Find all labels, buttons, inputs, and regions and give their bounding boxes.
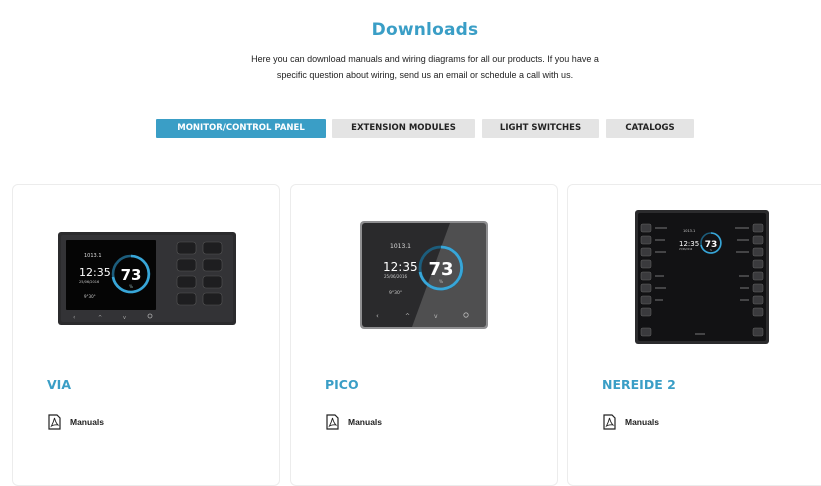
intro-text: Here you can download manuals and wiring… — [235, 51, 615, 83]
tab-light-switches[interactable]: LIGHT SWITCHES — [482, 119, 599, 138]
via-screen-time: 12:35 — [79, 266, 111, 279]
tab-extension-modules[interactable]: EXTENSION MODULES — [332, 119, 475, 138]
product-name-via[interactable]: VIA — [47, 377, 71, 392]
pdf-icon — [603, 414, 616, 430]
product-name-pico[interactable]: PICO — [325, 377, 359, 392]
tab-monitor-control-panel[interactable]: MONITOR/CONTROL PANEL — [156, 119, 326, 138]
product-card-pico: 73 % 1013.1 12:35 25/06/2016 9°30° ‹ ^ v… — [290, 184, 558, 486]
pico-screen-temp: 9°30° — [389, 290, 402, 296]
nereide-2-screen-time: 12:35 — [679, 240, 699, 248]
pico-device-image: 73 % 1013.1 12:35 25/06/2016 9°30° ‹ ^ v — [360, 221, 488, 329]
pico-screen-date: 25/06/2016 — [384, 274, 408, 279]
pico-screen-time: 12:35 — [383, 260, 418, 274]
via-manuals-link[interactable]: Manuals — [48, 414, 104, 430]
nereide-2-screen-pressure: 1013.1 — [683, 229, 695, 233]
manuals-label: Manuals — [348, 417, 383, 427]
tab-catalogs[interactable]: CATALOGS — [606, 119, 694, 138]
intro-line: Here you can download manuals and wiring… — [251, 54, 599, 64]
intro-line: specific question about wiring, send us … — [276, 70, 574, 80]
svg-text:v: v — [123, 315, 126, 321]
svg-text:^: ^ — [98, 315, 102, 321]
svg-text:‹: ‹ — [376, 312, 379, 320]
via-screen-date: 25/06/2016 — [79, 280, 99, 284]
svg-text:^: ^ — [405, 313, 410, 320]
product-name-nereide-2[interactable]: NEREIDE 2 — [602, 377, 676, 392]
via-screen-pressure: 1013.1 — [84, 253, 102, 259]
manuals-label: Manuals — [625, 417, 660, 427]
via-device-image: 73 % 1013.1 12:35 25/06/2016 9°30° ‹ ^ v — [58, 232, 236, 325]
manuals-label: Manuals — [70, 417, 105, 427]
pdf-icon — [48, 414, 61, 430]
via-screen-unit: % — [129, 284, 133, 289]
product-card-via: 73 % 1013.1 12:35 25/06/2016 9°30° ‹ ^ v… — [12, 184, 280, 486]
via-screen-temp: 9°30° — [84, 294, 96, 299]
svg-text:v: v — [434, 313, 438, 320]
pdf-icon — [326, 414, 339, 430]
pico-manuals-link[interactable]: Manuals — [326, 414, 382, 430]
nereide-2-device-image: 73 % 1013.1 12:35 25/06/2016 — [635, 210, 769, 344]
nereide-2-screen-date: 25/06/2016 — [679, 248, 693, 251]
pico-screen-value: 73 — [428, 259, 453, 280]
product-card-nereide-2: 73 % 1013.1 12:35 25/06/2016 NEREIDE 2 M… — [567, 184, 821, 486]
nereide-2-manuals-link[interactable]: Manuals — [603, 414, 659, 430]
page-title: Downloads — [371, 20, 479, 41]
pico-screen-pressure: 1013.1 — [390, 243, 411, 250]
svg-text:‹: ‹ — [73, 314, 75, 321]
via-screen-value: 73 — [121, 266, 142, 284]
pico-screen-unit: % — [439, 279, 444, 285]
